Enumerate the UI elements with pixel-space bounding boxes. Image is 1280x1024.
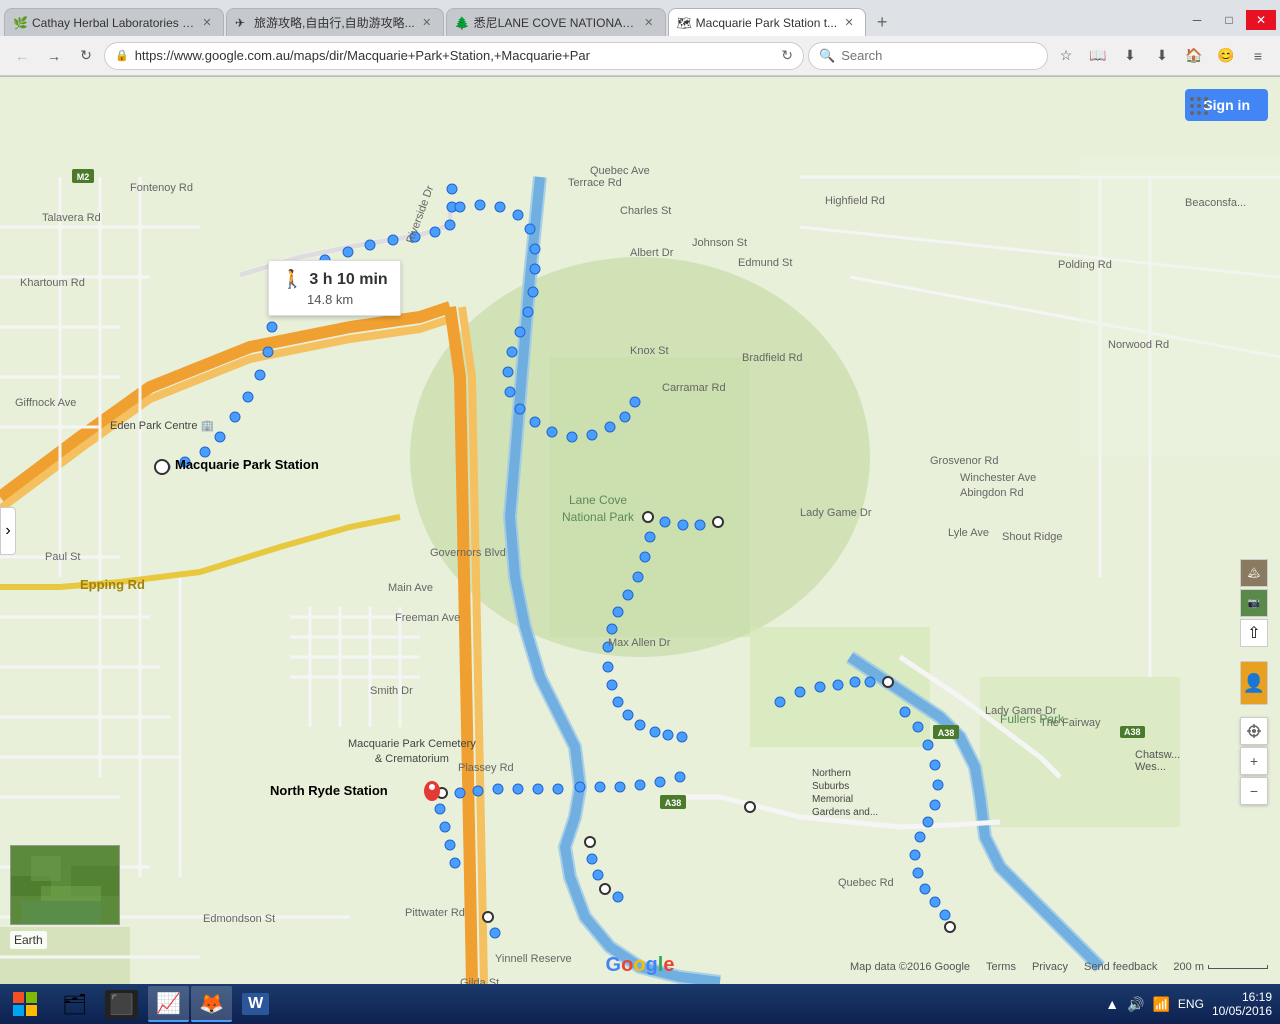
satellite-buttons: 🏔 📷 ⇧: [1240, 559, 1268, 647]
direction-time: 3 h 10 min: [309, 271, 387, 289]
sidebar-toggle-button[interactable]: ›: [0, 507, 16, 555]
map-container[interactable]: M2 A38 A38 Fontenoy Rd Riverside Dr Khar…: [0, 77, 1280, 985]
taskbar-language: ENG: [1178, 997, 1204, 1011]
tab-1-title: Cathay Herbal Laboratories Pt...: [32, 16, 195, 30]
taskbar-volume[interactable]: 🔊: [1127, 996, 1144, 1013]
scale-text: 200 m: [1173, 961, 1204, 973]
svg-text:M2: M2: [77, 172, 90, 182]
new-tab-button[interactable]: +: [868, 8, 896, 36]
close-button[interactable]: ✕: [1246, 10, 1276, 30]
tab-4[interactable]: 🗺 Macquarie Park Station t... ✕: [668, 8, 866, 36]
search-input[interactable]: [841, 48, 1037, 63]
taskbar-up-arrow[interactable]: ▲: [1105, 996, 1119, 1012]
taskbar-clock: 16:19 10/05/2016: [1212, 990, 1272, 1018]
zoom-out-button[interactable]: −: [1240, 777, 1268, 805]
bookmark-button[interactable]: ☆: [1052, 42, 1080, 70]
map-svg: M2 A38 A38: [0, 77, 1280, 985]
window-controls: ─ □ ✕: [1182, 10, 1276, 30]
taskbar-terminal[interactable]: ⬛: [97, 986, 146, 1022]
title-bar: 🌿 Cathay Herbal Laboratories Pt... ✕ ✈ 旅…: [0, 0, 1280, 36]
tab-2[interactable]: ✈ 旅游攻略,自由行,自助游攻略... ✕: [226, 8, 444, 36]
privacy-link[interactable]: Privacy: [1032, 961, 1068, 973]
earth-label: Earth: [10, 931, 47, 949]
tabs-container: 🌿 Cathay Herbal Laboratories Pt... ✕ ✈ 旅…: [4, 4, 1174, 36]
back-button[interactable]: ←: [8, 42, 36, 70]
sync-button[interactable]: 😊: [1212, 42, 1240, 70]
tab-1-favicon: 🌿: [13, 16, 27, 30]
tab-1-close[interactable]: ✕: [199, 15, 215, 31]
tab-4-close[interactable]: ✕: [841, 15, 857, 31]
taskbar-word[interactable]: W: [234, 986, 277, 1022]
terrain-button[interactable]: 🏔: [1240, 559, 1268, 587]
scale-bar: 200 m: [1173, 961, 1268, 973]
zoom-in-button[interactable]: +: [1240, 747, 1268, 775]
tab-3[interactable]: 🌲 悉尼LANE COVE NATIONAL P... ✕: [446, 8, 666, 36]
taskbar-chart[interactable]: 📈: [148, 986, 189, 1022]
svg-text:A38: A38: [665, 798, 682, 808]
terms-link[interactable]: Terms: [986, 961, 1016, 973]
taskbar-file-explorer[interactable]: 🗂: [54, 986, 95, 1022]
taskbar-time: 16:19: [1212, 990, 1272, 1004]
tab-3-favicon: 🌲: [455, 16, 469, 30]
taskbar-items: 🗂 ⬛ 📈 🦊 W: [50, 986, 1097, 1022]
direction-distance: 14.8 km: [307, 292, 388, 307]
taskbar-network[interactable]: 📶: [1152, 996, 1169, 1013]
map-bottom-bar: Map data ©2016 Google Terms Privacy Send…: [0, 949, 1280, 985]
url-reload-icon[interactable]: ↻: [781, 47, 793, 64]
tab-2-title: 旅游攻略,自由行,自助游攻略...: [254, 14, 415, 31]
url-text: https://www.google.com.au/maps/dir/Macqu…: [135, 48, 776, 63]
earth-thumbnail[interactable]: [10, 845, 120, 925]
taskbar-firefox[interactable]: 🦊: [191, 986, 232, 1022]
tab-4-title: Macquarie Park Station t...: [696, 16, 837, 30]
expand-button[interactable]: ⇧: [1240, 619, 1268, 647]
menu-button[interactable]: ≡: [1244, 42, 1272, 70]
home-button[interactable]: 🏠: [1180, 42, 1208, 70]
taskbar: 🗂 ⬛ 📈 🦊 W ▲ 🔊 📶 ENG 16:19 10/05/2016: [0, 984, 1280, 1024]
lock-icon: 🔒: [115, 49, 129, 62]
reader-button[interactable]: 📖: [1084, 42, 1112, 70]
direction-info-box: 🚶 3 h 10 min 14.8 km: [268, 260, 401, 316]
tab-2-close[interactable]: ✕: [419, 15, 435, 31]
search-bar[interactable]: 🔍: [808, 42, 1048, 70]
google-apps-button[interactable]: [1184, 91, 1214, 121]
maximize-button[interactable]: □: [1214, 10, 1244, 30]
tab-2-favicon: ✈: [235, 16, 249, 30]
reload-button[interactable]: ↻: [72, 42, 100, 70]
map-data-text: Map data ©2016 Google: [850, 961, 970, 973]
taskbar-date: 10/05/2016: [1212, 1004, 1272, 1018]
tab-3-title: 悉尼LANE COVE NATIONAL P...: [474, 14, 637, 31]
address-bar: ← → ↻ 🔒 https://www.google.com.au/maps/d…: [0, 36, 1280, 76]
browser-chrome: 🌿 Cathay Herbal Laboratories Pt... ✕ ✈ 旅…: [0, 0, 1280, 77]
forward-button[interactable]: →: [40, 42, 68, 70]
tab-1[interactable]: 🌿 Cathay Herbal Laboratories Pt... ✕: [4, 8, 224, 36]
minimize-button[interactable]: ─: [1182, 10, 1212, 30]
search-icon: 🔍: [819, 48, 835, 64]
taskbar-system: ▲ 🔊 📶 ENG 16:19 10/05/2016: [1097, 990, 1280, 1018]
satellite-photo-button[interactable]: 📷: [1240, 589, 1268, 617]
walk-icon: 🚶: [281, 269, 303, 290]
map-controls: + −: [1240, 717, 1268, 805]
pocket-button[interactable]: ⬇: [1116, 42, 1144, 70]
location-button[interactable]: [1240, 717, 1268, 745]
tab-4-favicon: 🗺: [677, 16, 691, 30]
scale-line: [1208, 965, 1268, 969]
tab-3-close[interactable]: ✕: [641, 15, 657, 31]
svg-text:A38: A38: [938, 728, 955, 738]
url-bar[interactable]: 🔒 https://www.google.com.au/maps/dir/Mac…: [104, 42, 804, 70]
downloads-button[interactable]: ⬇: [1148, 42, 1176, 70]
feedback-link[interactable]: Send feedback: [1084, 961, 1157, 973]
start-button[interactable]: [0, 984, 50, 1024]
street-view-button[interactable]: 👤: [1240, 661, 1268, 705]
